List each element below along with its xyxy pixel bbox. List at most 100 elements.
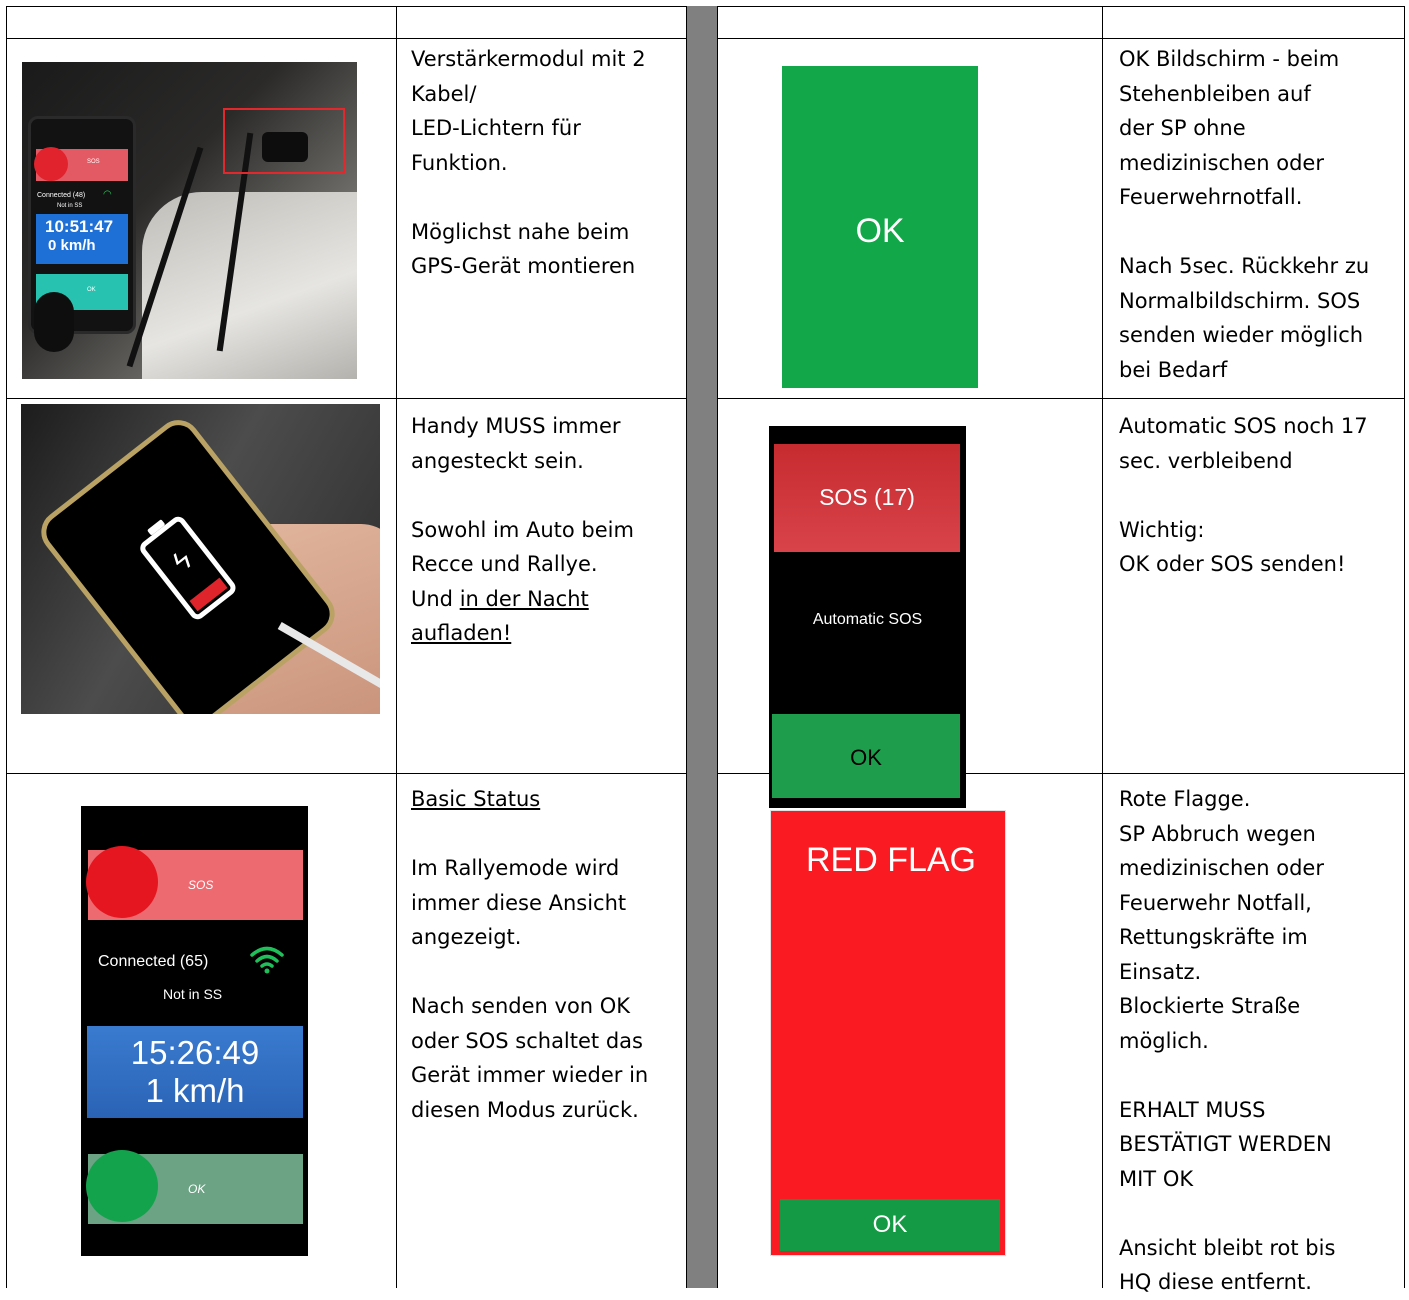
highlight-rectangle [223, 108, 345, 174]
text-line: medizinischen oder [1119, 150, 1324, 175]
auto-sos-ok-button[interactable]: OK [772, 714, 960, 798]
column-divider-1 [396, 6, 397, 1288]
underlined-text: in der Nacht [459, 586, 589, 611]
wifi-icon-svg [250, 946, 284, 974]
text-line [411, 180, 646, 215]
text-line: angezeigt. [411, 925, 522, 949]
red-flag-title: RED FLAG [805, 841, 977, 879]
basic-connected-text: Connected (65) [98, 953, 209, 970]
text-line: Und in der Nacht [411, 582, 634, 617]
text-line [1119, 1058, 1335, 1093]
text-line: GPS-Gerät montieren [411, 254, 636, 278]
basic-speed: 1 km/h [145, 1072, 245, 1109]
photo-sos-label: SOS [87, 159, 100, 165]
text-line: Wichtig: [1119, 517, 1205, 542]
text-line: LED-Lichtern für [411, 116, 581, 140]
text-line: Nach senden von OK [411, 994, 631, 1018]
basic-ok-label: OK [188, 1182, 206, 1196]
text-line: der SP ohne [1119, 116, 1246, 140]
row1-left-description: Verstärkermodul mit 2 Kabel/ LED-Lichter… [411, 42, 646, 284]
text-line: Normalbildschirm. SOS [1119, 288, 1361, 313]
text-line: Recce und Rallye. [411, 552, 598, 576]
text-fragment: Und [411, 586, 460, 611]
charging-phone-photo: ϟ [21, 404, 380, 714]
basic-time-box: 15:26:49 1 km/h [87, 1026, 303, 1118]
column-divider-3 [1102, 6, 1103, 1288]
table-left-border [6, 6, 7, 1288]
text-line [1119, 215, 1369, 250]
text-line [411, 817, 648, 852]
text-line: Blockierte Straße [1119, 994, 1301, 1018]
photo-time: 10:51:47 [45, 217, 114, 236]
photo-connected-text: Connected (48) [37, 192, 86, 199]
text-line: Rettungskräfte im [1119, 925, 1308, 949]
row3-left-description: Basic Status Im Rallyemode wird immer di… [411, 782, 648, 1127]
basic-ok-circle[interactable] [86, 1150, 158, 1222]
automatic-sos-label: Automatic SOS [812, 611, 923, 628]
text-line: sec. verbleibend [1119, 448, 1293, 473]
photo-speed: 0 km/h [48, 237, 96, 254]
sos-countdown-button[interactable]: SOS (17) [774, 444, 960, 552]
basic-not-in-ss: Not in SS [163, 986, 223, 1002]
basic-status-heading: Basic Status [411, 787, 541, 811]
photo-not-in-ss: Not in SS [57, 203, 83, 209]
text-line: Im Rallyemode wird [411, 856, 620, 880]
text-line: MIT OK [1119, 1166, 1194, 1191]
battery-low-level [189, 577, 228, 612]
text-line: oder SOS schaltet das [411, 1028, 643, 1053]
basic-status-screen: SOS Connected (65) Not in SS 15:26:49 1 … [81, 806, 308, 1256]
photo-ok-label: OK [87, 287, 96, 293]
text-line: Feuerwehrnotfall. [1119, 185, 1303, 209]
text-line: Möglichst nahe beim [411, 219, 630, 244]
photo-sos-circle [34, 147, 68, 181]
battery-cap [146, 519, 166, 536]
text-line: Stehenbleiben auf [1119, 81, 1311, 106]
sos-countdown-label: SOS (17) [819, 484, 915, 510]
text-line: OK Bildschirm - beim [1119, 47, 1340, 71]
ok-screen-label: OK [855, 212, 905, 250]
text-line: Nach 5sec. Rückkehr zu [1119, 254, 1370, 278]
battery-charging-icon: ϟ [137, 513, 239, 623]
text-line: BESTÄTIGT WERDEN [1119, 1132, 1332, 1156]
auto-sos-ok-label: OK [850, 745, 882, 770]
text-line: Feuerwehr Notfall, [1119, 890, 1312, 915]
row2-left-description: Handy MUSS immer angesteckt sein. Sowohl… [411, 409, 634, 651]
text-line: bei Bedarf [1119, 357, 1228, 382]
text-line: medizinischen oder [1119, 856, 1324, 880]
text-line: immer diese Ansicht [411, 890, 627, 915]
bolt-icon: ϟ [166, 543, 198, 578]
text-line: senden wieder möglich [1119, 323, 1364, 347]
text-line: Rote Flagge. [1119, 787, 1251, 811]
text-line: Verstärkermodul mit 2 [411, 47, 646, 71]
basic-sos-circle[interactable] [86, 846, 158, 918]
amplifier-module-photo: SOS Connected (48) ◠ Not in SS 10:51:47 … [22, 62, 357, 379]
photo-wifi-icon: ◠ [103, 189, 112, 200]
basic-sos-label: SOS [188, 878, 214, 892]
text-line: Kabel/ [411, 81, 477, 106]
text-line: ERHALT MUSS [1119, 1097, 1266, 1122]
basic-time: 15:26:49 [130, 1034, 260, 1071]
text-line: Funktion. [411, 150, 508, 175]
text-line: Sowohl im Auto beim [411, 517, 634, 542]
red-flag-ok-button[interactable]: OK [780, 1199, 1000, 1251]
column-gutter [686, 6, 718, 1288]
text-line [411, 955, 648, 990]
text-line: Automatic SOS noch 17 [1119, 414, 1368, 438]
text-line: SP Abbruch wegen [1119, 821, 1316, 846]
text-line: OK oder SOS senden! [1119, 552, 1346, 576]
row3-right-description: Rote Flagge. SP Abbruch wegen medizinisc… [1119, 782, 1335, 1300]
text-line: Handy MUSS immer [411, 414, 621, 438]
text-line: HQ diese entfernt. [1119, 1270, 1312, 1294]
text-line: Gerät immer wieder in [411, 1063, 649, 1087]
underlined-text: aufladen! [411, 621, 512, 645]
text-line: möglich. [1119, 1028, 1209, 1053]
text-line [1119, 478, 1368, 513]
wifi-icon [249, 944, 285, 974]
phone-mount [34, 292, 74, 352]
text-line: angesteckt sein. [411, 448, 584, 473]
text-line: diesen Modus zurück. [411, 1097, 639, 1122]
row1-right-description: OK Bildschirm - beim Stehenbleiben auf d… [1119, 42, 1369, 387]
red-flag-screen: RED FLAG OK [770, 810, 1006, 1256]
ok-screen: OK [782, 66, 978, 388]
automatic-sos-screen: SOS (17) Automatic SOS OK [769, 426, 966, 808]
